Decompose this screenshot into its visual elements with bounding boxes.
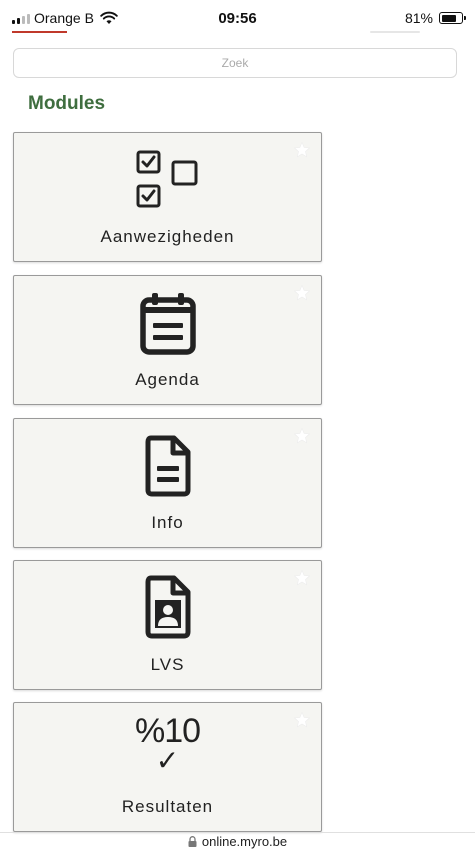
checklist-icon bbox=[136, 150, 197, 208]
module-tile-resultaten[interactable]: %10 ✓ Resultaten bbox=[13, 702, 322, 832]
grade-icon-text: %10 bbox=[134, 712, 201, 750]
carrier-underline bbox=[12, 31, 67, 33]
scroll-indicator bbox=[370, 31, 420, 33]
section-title: Modules bbox=[28, 93, 106, 114]
module-label: Agenda bbox=[135, 370, 200, 389]
favorite-star-icon[interactable] bbox=[293, 427, 311, 445]
module-tile-lvs[interactable]: LVS bbox=[13, 560, 322, 690]
battery-icon bbox=[439, 12, 466, 24]
calendar-icon bbox=[139, 293, 196, 355]
lock-icon bbox=[188, 836, 197, 847]
student-file-icon bbox=[145, 575, 190, 639]
favorite-star-icon[interactable] bbox=[293, 569, 311, 587]
status-bar: Orange B 09:56 81% bbox=[0, 0, 475, 36]
url-bar-divider bbox=[0, 832, 475, 833]
document-icon bbox=[145, 435, 190, 497]
url-text: online.myro.be bbox=[201, 834, 288, 849]
url-bar[interactable]: online.myro.be bbox=[0, 834, 475, 856]
module-label: LVS bbox=[150, 655, 185, 674]
module-tile-aanwezigheden[interactable]: Aanwezigheden bbox=[13, 132, 322, 262]
favorite-star-icon[interactable] bbox=[293, 141, 311, 159]
grade-icon: %10 ✓ bbox=[128, 713, 208, 775]
checkmark-icon: ✓ bbox=[155, 745, 180, 776]
favorite-star-icon[interactable] bbox=[293, 711, 311, 729]
status-right: 81% bbox=[404, 10, 466, 26]
favorite-star-icon[interactable] bbox=[293, 284, 311, 302]
battery-percentage: 81% bbox=[404, 10, 433, 26]
search-input[interactable] bbox=[13, 48, 457, 78]
module-tile-agenda[interactable]: Agenda bbox=[13, 275, 322, 405]
battery-cap bbox=[464, 16, 466, 20]
module-label: Aanwezigheden bbox=[100, 227, 235, 246]
module-label: Info bbox=[151, 513, 184, 532]
status-time: 09:56 bbox=[218, 10, 257, 27]
battery-fill bbox=[441, 14, 457, 22]
module-tile-info[interactable]: Info bbox=[13, 418, 322, 548]
module-label: Resultaten bbox=[121, 797, 214, 816]
